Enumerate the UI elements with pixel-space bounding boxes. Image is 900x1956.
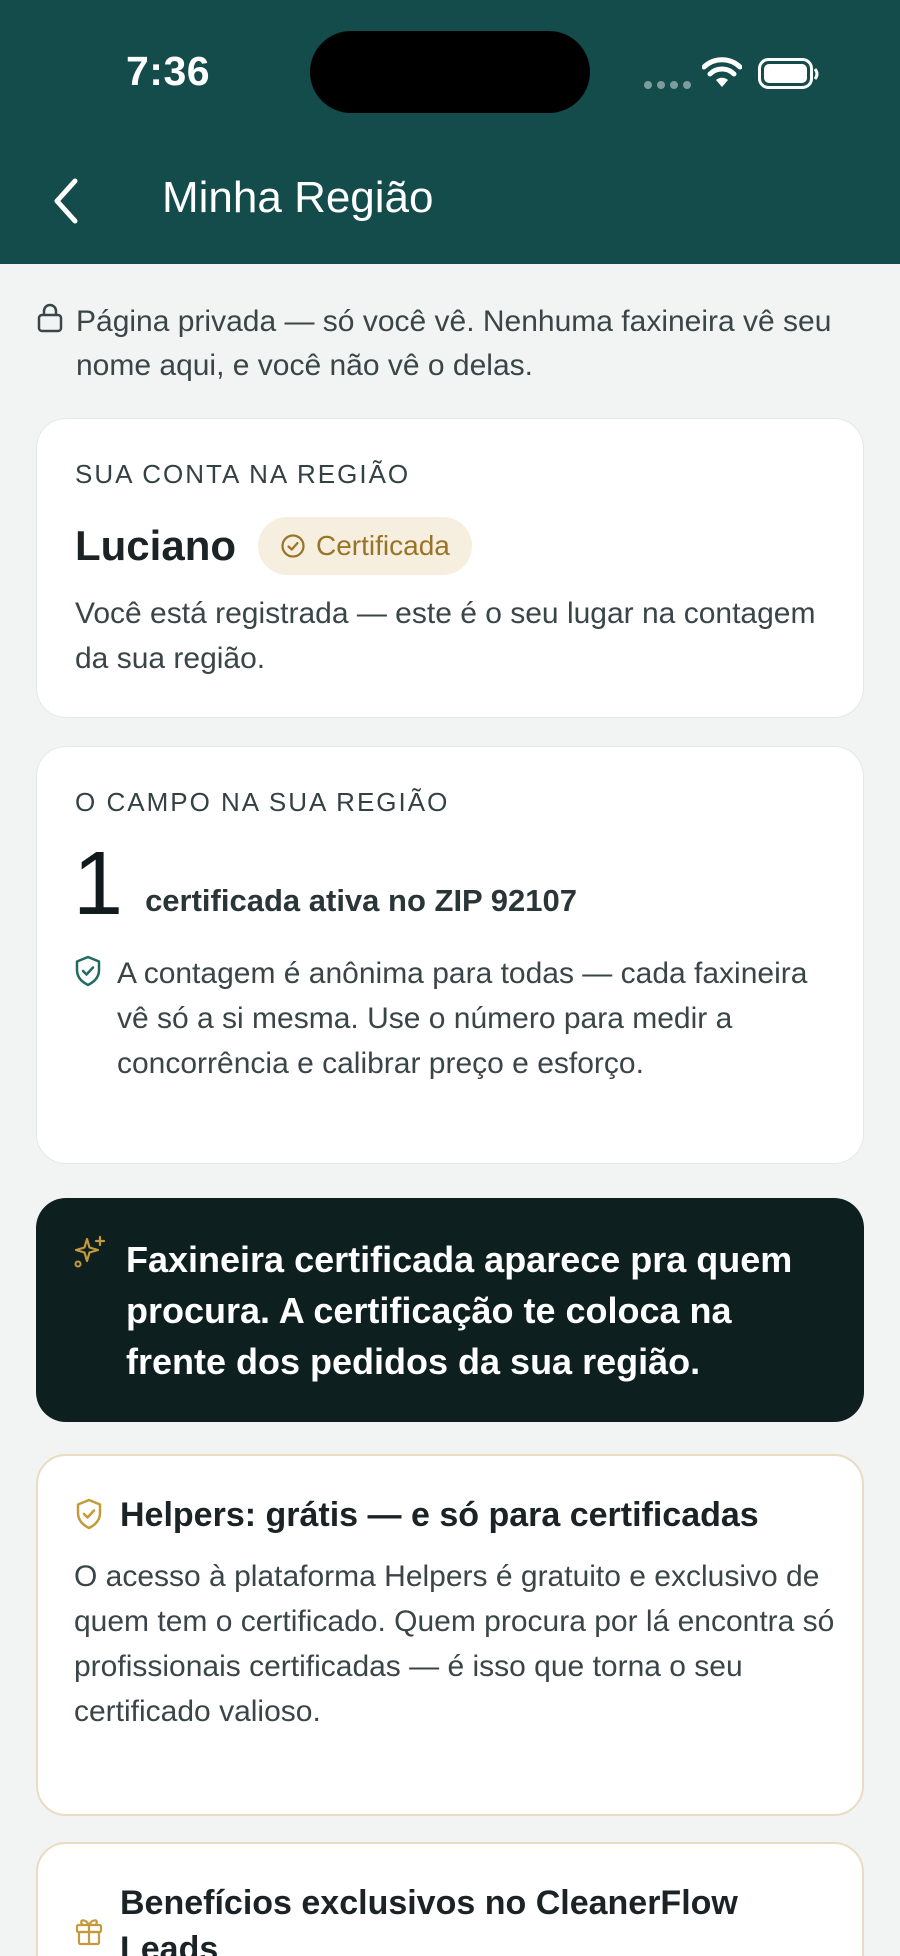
wifi-icon	[702, 57, 742, 87]
field-card: O CAMPO NA SUA REGIÃO 1 certificada ativ…	[36, 746, 864, 1164]
shield-check-icon	[75, 955, 101, 987]
account-text: Você está registrada — este é o seu luga…	[75, 597, 816, 675]
check-circle-icon	[281, 534, 305, 558]
count-row: 1 certificada ativa no ZIP 92107	[73, 839, 577, 929]
signal-icon	[644, 81, 691, 89]
helpers-heading: Helpers: grátis — e só para certificadas	[74, 1492, 834, 1538]
name-row: Luciano Certificada	[75, 517, 472, 575]
shield-check-icon	[76, 1498, 102, 1530]
benefits-card[interactable]: Benefícios exclusivos no CleanerFlow Lea…	[36, 1842, 864, 1956]
certified-count: 1	[73, 834, 124, 934]
status-icons	[640, 54, 820, 94]
app-header: 7:36 Minha Região	[0, 0, 900, 264]
badge-label: Certificada	[316, 530, 450, 561]
user-name: Luciano	[75, 522, 237, 569]
count-label: certificada ativa no ZIP 92107	[145, 883, 577, 918]
anonymity-text: A contagem é anônima para todas — cada f…	[117, 957, 808, 1080]
field-eyebrow: O CAMPO NA SUA REGIÃO	[75, 787, 450, 817]
helpers-title: Helpers: grátis — e só para certificadas	[120, 1496, 759, 1534]
privacy-text: Página privada — só você vê. Nenhuma fax…	[76, 305, 832, 382]
status-time: 7:36	[126, 48, 211, 94]
promo-banner: Faxineira certificada aparece pra quem p…	[36, 1198, 864, 1422]
sparkles-icon	[74, 1235, 106, 1268]
benefits-heading: Benefícios exclusivos no CleanerFlow Lea…	[74, 1880, 834, 1956]
lock-icon	[37, 303, 63, 333]
gift-icon	[75, 1919, 103, 1946]
page-title: Minha Região	[162, 173, 434, 222]
privacy-notice: Página privada — só você vê. Nenhuma fax…	[36, 300, 866, 388]
chevron-left-icon	[54, 178, 78, 224]
dynamic-island	[310, 31, 590, 113]
battery-icon	[758, 58, 819, 89]
account-eyebrow: SUA CONTA NA REGIÃO	[75, 459, 411, 489]
back-button[interactable]	[40, 168, 92, 234]
account-card: SUA CONTA NA REGIÃO Luciano Certificada …	[36, 418, 864, 718]
benefits-title: Benefícios exclusivos no CleanerFlow Lea…	[120, 1884, 738, 1956]
anonymity-note: A contagem é anônima para todas — cada f…	[73, 951, 833, 1086]
helpers-body: O acesso à plataforma Helpers é gratuito…	[74, 1560, 835, 1728]
certified-badge: Certificada	[258, 517, 472, 575]
helpers-card: Helpers: grátis — e só para certificadas…	[36, 1454, 864, 1816]
promo-text: Faxineira certificada aparece pra quem p…	[126, 1239, 793, 1382]
